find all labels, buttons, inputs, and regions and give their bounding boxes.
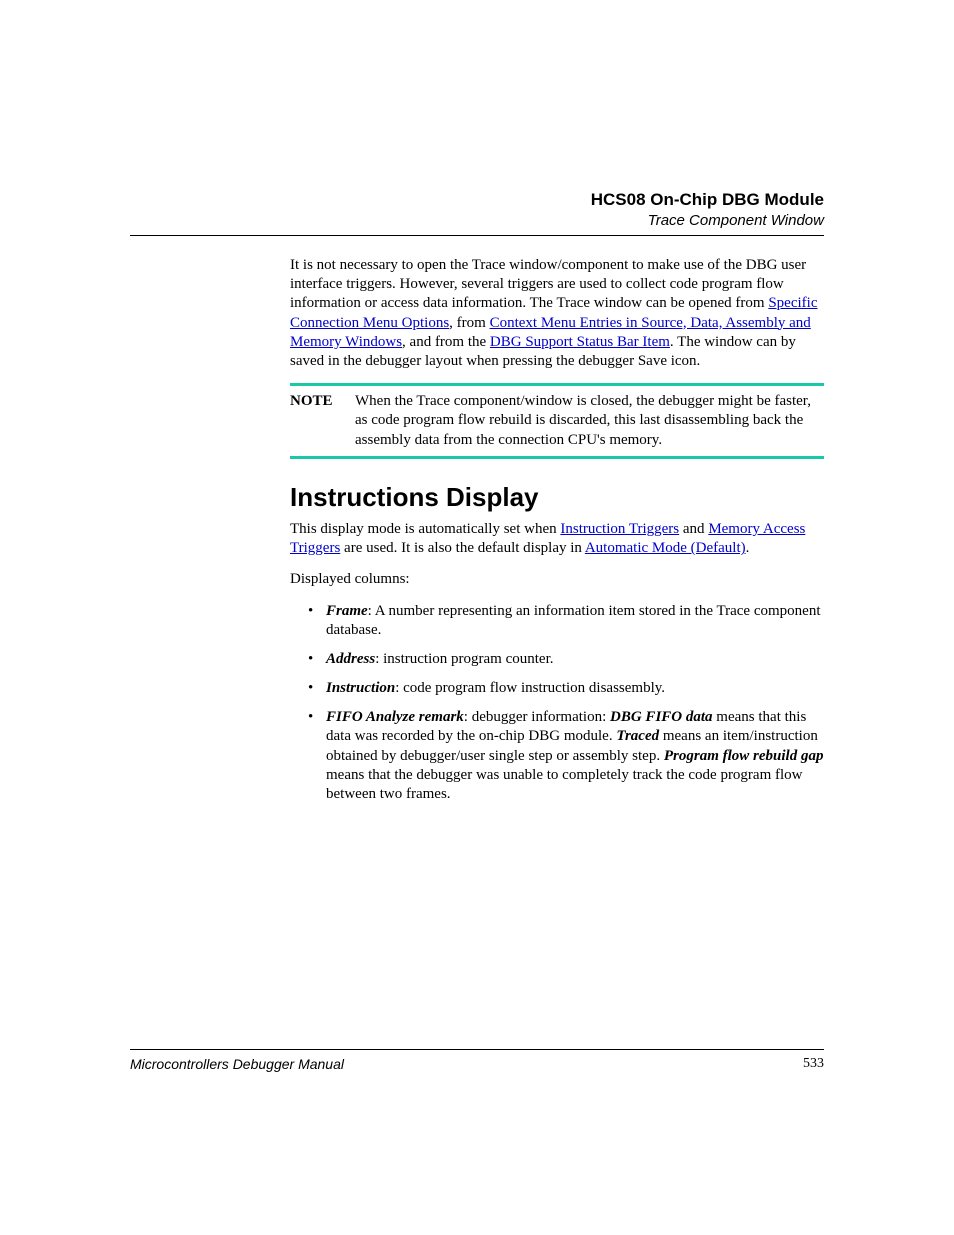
link-instruction-triggers[interactable]: Instruction Triggers [560,521,679,537]
section-paragraph-2: Displayed columns: [290,570,824,589]
term-frame: Frame [326,603,368,619]
intro-text-2: , from [449,315,489,331]
bullet-list: Frame: A number representing an informat… [290,602,824,805]
sec-p1d: . [746,540,750,556]
sec-p1b: and [679,521,708,537]
term-dbg-fifo-data: DBG FIFO data [610,709,713,725]
term-address: Address [326,651,375,667]
intro-text-1: It is not necessary to open the Trace wi… [290,257,806,311]
section-paragraph-1: This display mode is automatically set w… [290,520,824,558]
header-title: HCS08 On-Chip DBG Module [130,190,824,210]
footer-left: Microcontrollers Debugger Manual [130,1056,344,1072]
page-number: 533 [803,1056,824,1072]
main-content: It is not necessary to open the Trace wi… [290,256,824,804]
note-label: NOTE [290,392,355,450]
sec-p1a: This display mode is automatically set w… [290,521,560,537]
term-fifo-analyze: FIFO Analyze remark [326,709,464,725]
sec-p1c: are used. It is also the default display… [340,540,585,556]
page-header: HCS08 On-Chip DBG Module Trace Component… [130,0,824,236]
note-text: When the Trace component/window is close… [355,392,824,450]
term-traced: Traced [616,728,659,744]
intro-paragraph: It is not necessary to open the Trace wi… [290,256,824,371]
intro-text-3: , and from the [402,334,490,350]
term-program-flow-rebuild-gap: Program flow rebuild gap [664,748,824,764]
link-dbg-support-status-bar-item[interactable]: DBG Support Status Bar Item [490,334,670,350]
list-item: Frame: A number representing an informat… [298,602,824,640]
term-instruction: Instruction [326,680,395,696]
rest-address: : instruction program counter. [375,651,553,667]
section-heading: Instructions Display [290,481,824,514]
b4-t1: : debugger information: [464,709,610,725]
rest-frame: : A number representing an information i… [326,603,821,638]
header-subtitle: Trace Component Window [130,212,824,229]
header-rule [130,235,824,236]
note-block: NOTE When the Trace component/window is … [290,383,824,459]
link-automatic-mode-default[interactable]: Automatic Mode (Default) [585,540,746,556]
list-item: Address: instruction program counter. [298,650,824,669]
rest-instruction: : code program flow instruction disassem… [395,680,665,696]
list-item: Instruction: code program flow instructi… [298,679,824,698]
page-footer: Microcontrollers Debugger Manual 533 [130,1049,824,1072]
b4-t4: means that the debugger was unable to co… [326,767,803,802]
list-item: FIFO Analyze remark: debugger informatio… [298,708,824,804]
